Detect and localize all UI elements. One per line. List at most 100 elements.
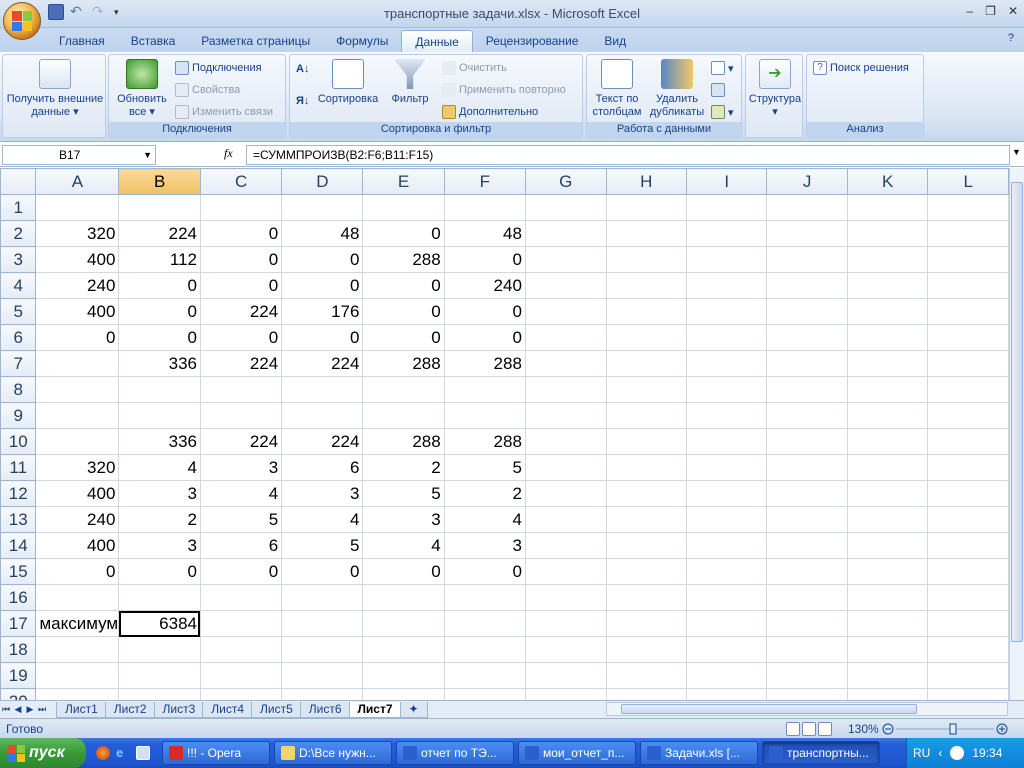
cell-C6[interactable]: 0 <box>199 324 283 351</box>
cell-I4[interactable] <box>686 272 768 299</box>
cell-J11[interactable] <box>766 454 848 481</box>
cell-J20[interactable] <box>766 688 848 700</box>
cell-A17[interactable]: максимум <box>35 610 120 637</box>
cell-H18[interactable] <box>605 636 688 663</box>
cell-K8[interactable] <box>846 376 929 403</box>
tab-3[interactable]: Формулы <box>323 30 401 52</box>
column-header-C[interactable]: C <box>199 168 283 195</box>
cell-D16[interactable] <box>281 584 364 611</box>
taskbar-item[interactable]: D:\Все нужн... <box>274 741 392 765</box>
cell-A9[interactable] <box>35 402 120 429</box>
taskbar-item[interactable]: Задачи.xls [... <box>640 741 758 765</box>
consolidate-icon[interactable] <box>711 83 725 97</box>
cell-C9[interactable] <box>199 402 283 429</box>
cell-J9[interactable] <box>766 402 848 429</box>
cell-D3[interactable]: 0 <box>281 246 364 273</box>
sheet-tab-2[interactable]: Лист2 <box>104 701 156 718</box>
cell-G8[interactable] <box>524 376 607 403</box>
row-header-8[interactable]: 8 <box>0 376 37 403</box>
help-icon[interactable]: ? <box>1008 32 1014 44</box>
language-indicator[interactable]: RU <box>913 746 930 760</box>
cell-J15[interactable] <box>766 558 848 585</box>
column-header-D[interactable]: D <box>281 168 364 195</box>
cell-D7[interactable]: 224 <box>281 350 364 377</box>
cell-A7[interactable] <box>35 350 120 377</box>
cell-K18[interactable] <box>846 636 929 663</box>
cell-D9[interactable] <box>281 402 364 429</box>
cell-F2[interactable]: 48 <box>443 220 526 247</box>
cell-A10[interactable] <box>35 428 120 455</box>
tab-5[interactable]: Рецензирование <box>473 30 592 52</box>
restore-icon[interactable]: ❐ <box>985 4 996 18</box>
cell-K13[interactable] <box>846 506 929 533</box>
advanced-button[interactable]: Дополнительно <box>442 105 538 119</box>
tab-6[interactable]: Вид <box>591 30 639 52</box>
ie-icon[interactable]: e <box>116 746 130 760</box>
cell-K1[interactable] <box>846 194 929 221</box>
row-header-19[interactable]: 19 <box>0 662 37 689</box>
cell-H11[interactable] <box>605 454 688 481</box>
cell-B3[interactable]: 112 <box>118 246 201 273</box>
vertical-scroll-thumb[interactable] <box>1011 182 1023 642</box>
cell-I10[interactable] <box>686 428 768 455</box>
firefox-icon[interactable] <box>96 746 110 760</box>
cell-C16[interactable] <box>199 584 283 611</box>
cell-L10[interactable] <box>927 428 1009 455</box>
cell-B9[interactable] <box>118 402 201 429</box>
cell-G9[interactable] <box>524 402 607 429</box>
properties-button[interactable]: Свойства <box>175 83 240 97</box>
row-header-9[interactable]: 9 <box>0 402 37 429</box>
cell-G5[interactable] <box>524 298 607 325</box>
cell-E9[interactable] <box>362 402 445 429</box>
cell-J18[interactable] <box>766 636 848 663</box>
cell-A12[interactable]: 400 <box>35 480 120 507</box>
cell-K12[interactable] <box>846 480 929 507</box>
get-external-data-button[interactable]: Получить внешние данные ▾ <box>5 59 105 119</box>
vertical-scrollbar[interactable] <box>1009 168 1024 700</box>
tab-2[interactable]: Разметка страницы <box>188 30 323 52</box>
cell-H5[interactable] <box>605 298 688 325</box>
cell-F13[interactable]: 4 <box>443 506 526 533</box>
cell-D6[interactable]: 0 <box>281 324 364 351</box>
cell-L9[interactable] <box>927 402 1009 429</box>
cell-J13[interactable] <box>766 506 848 533</box>
cell-J17[interactable] <box>766 610 848 637</box>
cell-K4[interactable] <box>846 272 929 299</box>
formula-input[interactable]: =СУММПРОИЗВ(B2:F6;B11:F15) <box>246 145 1010 165</box>
cell-E20[interactable] <box>362 688 445 700</box>
cell-J7[interactable] <box>766 350 848 377</box>
cell-G7[interactable] <box>524 350 607 377</box>
cell-B1[interactable] <box>118 194 201 221</box>
cell-I2[interactable] <box>686 220 768 247</box>
cell-C1[interactable] <box>199 194 283 221</box>
cell-J10[interactable] <box>766 428 848 455</box>
cell-L4[interactable] <box>927 272 1009 299</box>
cell-F10[interactable]: 288 <box>443 428 526 455</box>
filter-button[interactable]: Фильтр <box>388 59 432 106</box>
cell-A3[interactable]: 400 <box>35 246 120 273</box>
column-header-I[interactable]: I <box>686 168 768 195</box>
row-header-17[interactable]: 17 <box>0 610 37 637</box>
cell-E1[interactable] <box>362 194 445 221</box>
cell-D12[interactable]: 3 <box>281 480 364 507</box>
cell-D14[interactable]: 5 <box>281 532 364 559</box>
taskbar-item[interactable]: мои_отчет_п... <box>518 741 636 765</box>
cell-I6[interactable] <box>686 324 768 351</box>
column-header-K[interactable]: K <box>846 168 929 195</box>
cell-G10[interactable] <box>524 428 607 455</box>
cell-C5[interactable]: 224 <box>199 298 283 325</box>
normal-view-icon[interactable] <box>786 722 800 736</box>
insert-function-button[interactable]: fx <box>224 146 233 161</box>
cell-F4[interactable]: 240 <box>443 272 526 299</box>
cell-D8[interactable] <box>281 376 364 403</box>
cell-I12[interactable] <box>686 480 768 507</box>
cell-L17[interactable] <box>927 610 1009 637</box>
cell-K15[interactable] <box>846 558 929 585</box>
cell-A6[interactable]: 0 <box>35 324 120 351</box>
cell-I15[interactable] <box>686 558 768 585</box>
cell-A14[interactable]: 400 <box>35 532 120 559</box>
sheet-tab-7[interactable]: Лист7 <box>348 701 402 718</box>
cell-B18[interactable] <box>118 636 201 663</box>
cell-G3[interactable] <box>524 246 607 273</box>
row-header-7[interactable]: 7 <box>0 350 37 377</box>
